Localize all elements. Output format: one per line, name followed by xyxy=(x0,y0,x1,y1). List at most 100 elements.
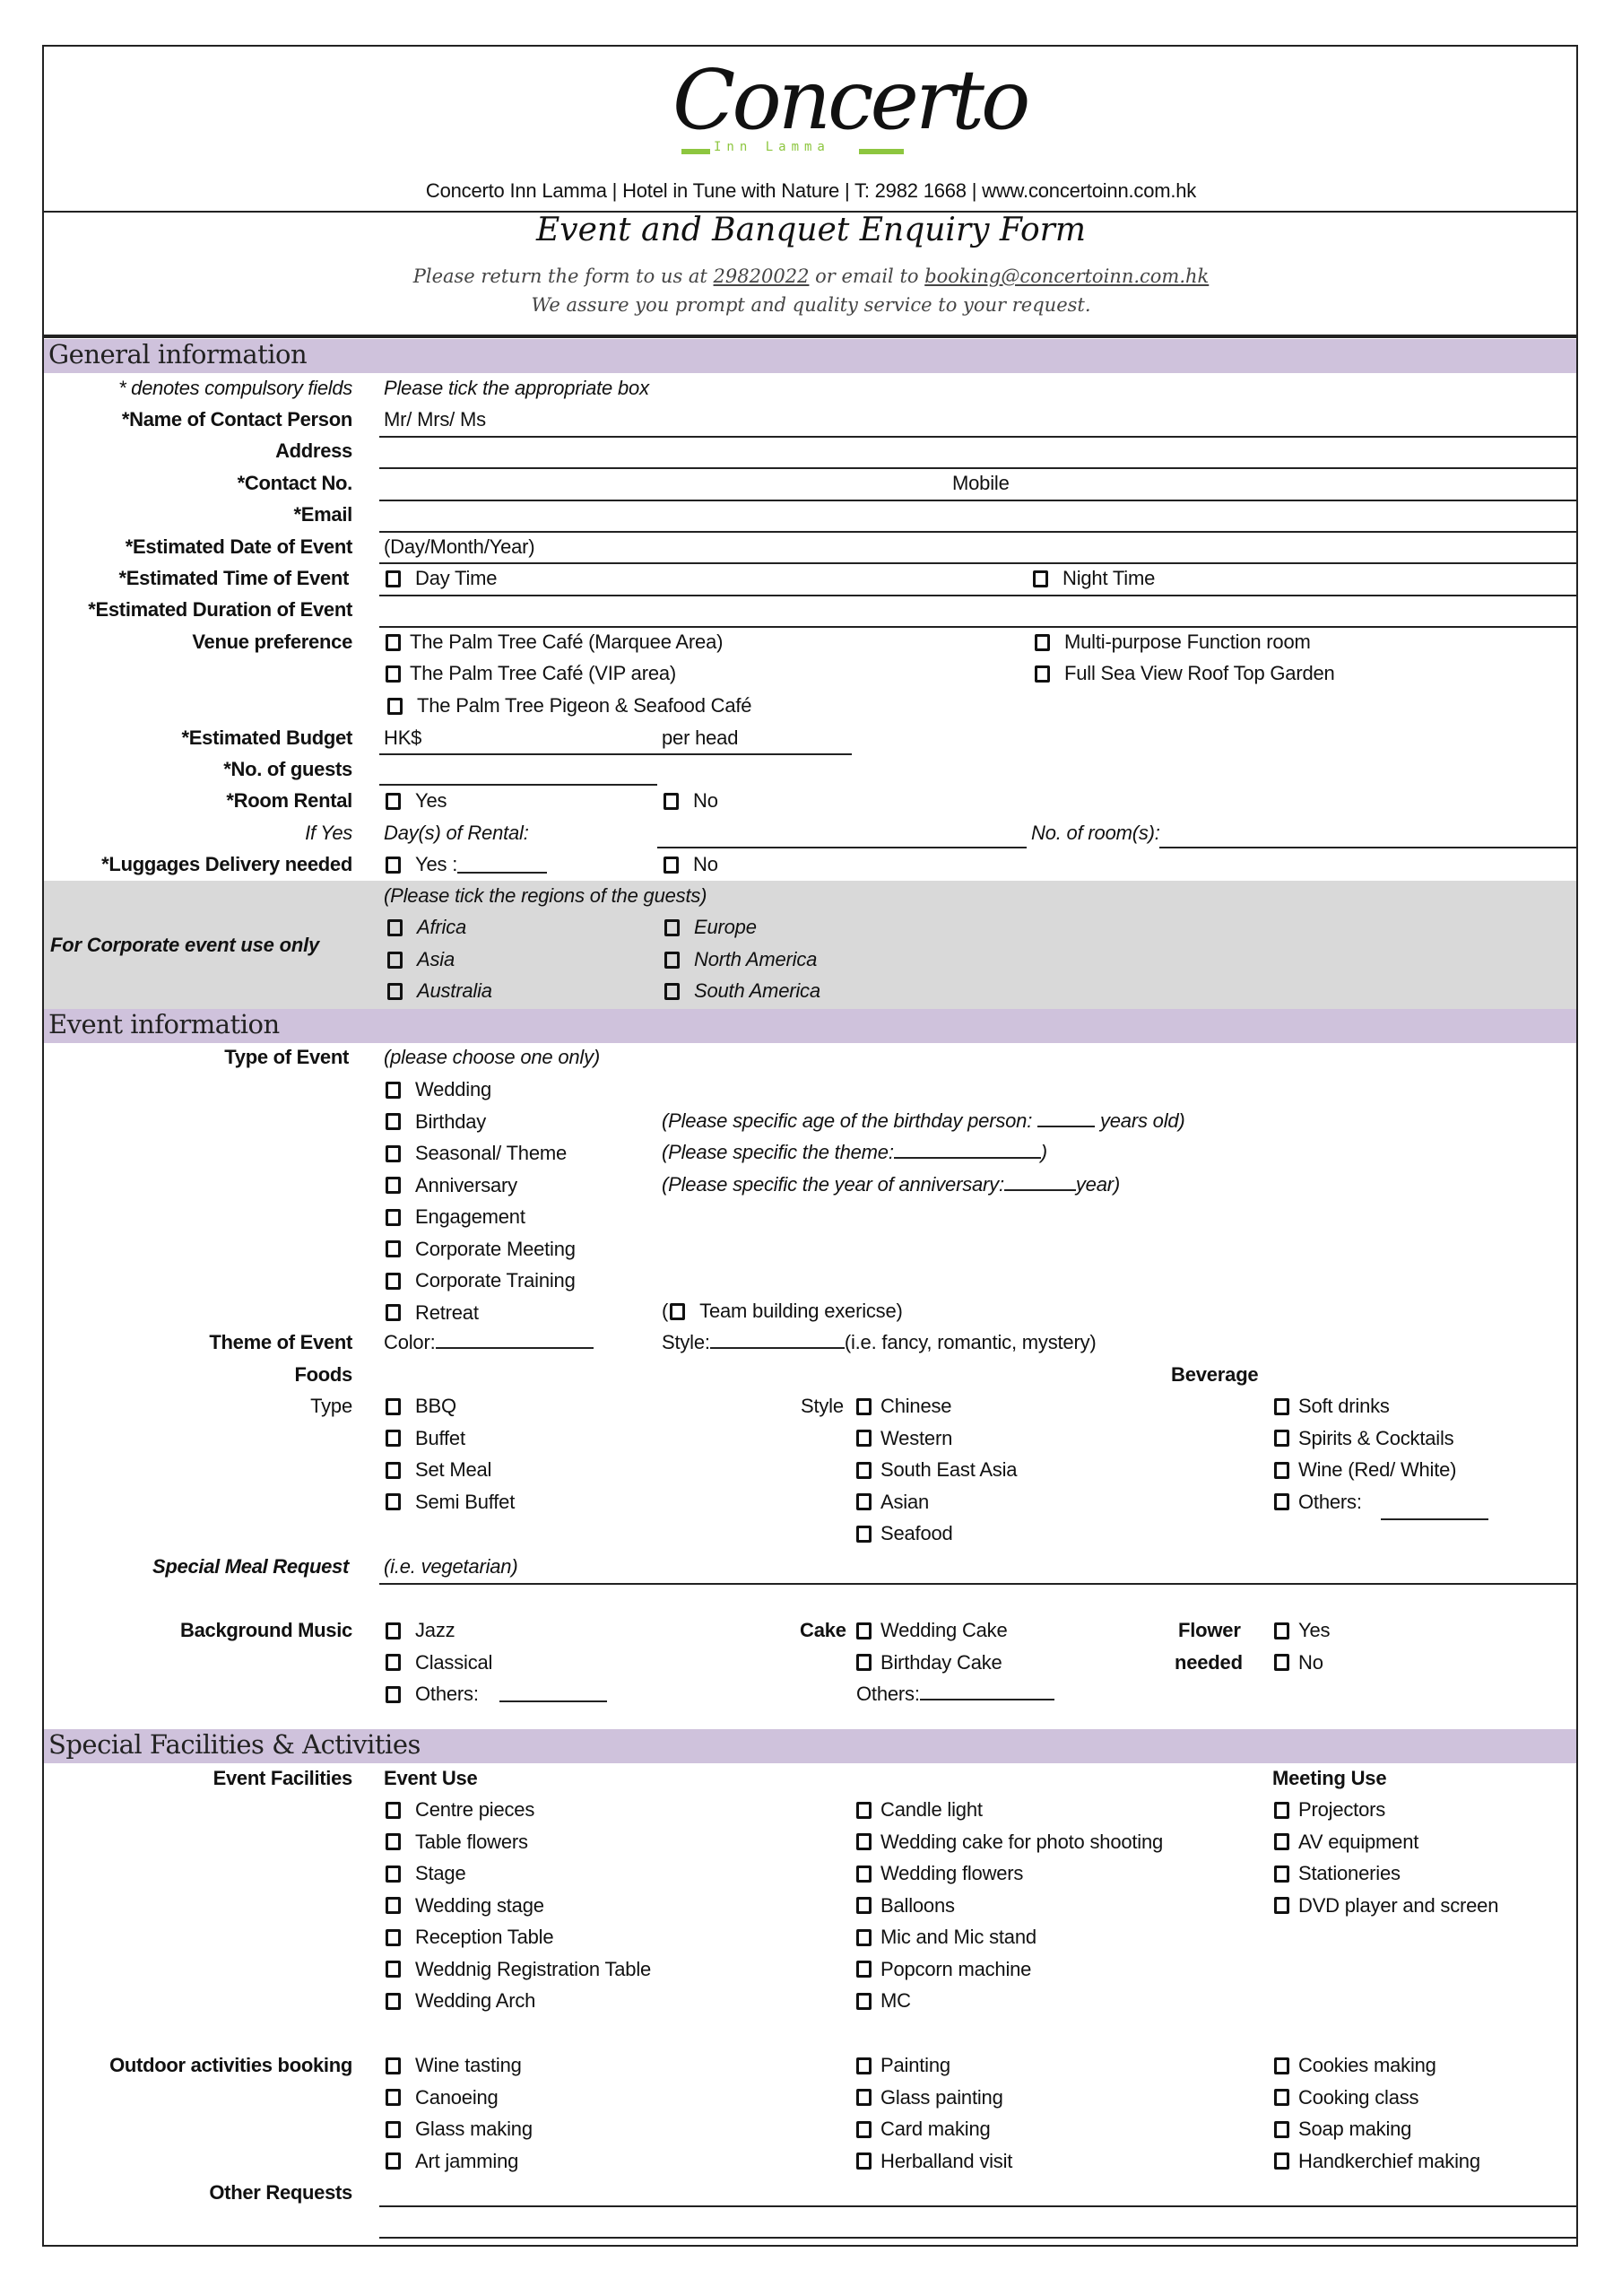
popcorn-machine-checkbox[interactable]: Popcorn machine xyxy=(856,1958,1031,1981)
asian-checkbox[interactable]: Asian xyxy=(856,1491,929,1514)
balloons-checkbox[interactable]: Balloons xyxy=(856,1894,955,1918)
painting-checkbox[interactable]: Painting xyxy=(856,2054,950,2077)
date-field[interactable] xyxy=(379,562,1576,564)
cookies-making-checkbox[interactable]: Cookies making xyxy=(1274,2054,1436,2077)
seasonal-theme-checkbox[interactable]: Seasonal/ Theme xyxy=(386,1142,567,1165)
email-field[interactable] xyxy=(379,531,1576,533)
other-requests-field-1[interactable] xyxy=(379,2205,1576,2207)
stage-checkbox[interactable]: Stage xyxy=(386,1862,466,1885)
contact-field[interactable] xyxy=(379,500,1576,501)
yes-checkbox[interactable]: Yes xyxy=(1274,1619,1330,1642)
glass-painting-checkbox[interactable]: Glass painting xyxy=(856,2086,1003,2109)
region-africa-checkbox[interactable]: Africa xyxy=(387,916,466,939)
south-east-asia-checkbox[interactable]: South East Asia xyxy=(856,1458,1018,1482)
wedding-cake-checkbox[interactable]: Wedding Cake xyxy=(856,1619,1008,1642)
birthday-cake-checkbox[interactable]: Birthday Cake xyxy=(856,1651,1002,1674)
days-rental-field[interactable] xyxy=(657,847,1027,848)
birthday-age-field[interactable] xyxy=(1037,1109,1096,1127)
soft-drinks-checkbox[interactable]: Soft drinks xyxy=(1274,1395,1390,1418)
team-building-checkbox[interactable]: (Team building exericse) xyxy=(662,1300,903,1323)
region-asia-checkbox[interactable]: Asia xyxy=(387,948,455,971)
soap-making-checkbox[interactable]: Soap making xyxy=(1274,2118,1411,2141)
others-checkbox[interactable]: Others: xyxy=(386,1683,479,1706)
beverage-others-field[interactable] xyxy=(1381,1502,1488,1520)
duration-field[interactable] xyxy=(379,626,1576,628)
style-field[interactable] xyxy=(709,1331,845,1349)
room-no-checkbox[interactable]: No xyxy=(664,789,718,813)
name-field[interactable] xyxy=(379,436,1576,438)
room-yes-checkbox[interactable]: Yes xyxy=(386,789,447,813)
event-section-title: Event information xyxy=(48,1009,280,1039)
other-requests-field-2[interactable] xyxy=(379,2237,1576,2239)
wedding-cake-for-photo-shooting-checkbox[interactable]: Wedding cake for photo shooting xyxy=(856,1831,1163,1854)
table-flowers-checkbox[interactable]: Table flowers xyxy=(386,1831,528,1854)
chinese-checkbox[interactable]: Chinese xyxy=(856,1395,952,1418)
region-australia-checkbox[interactable]: Australia xyxy=(387,979,492,1003)
spirits-cocktails-checkbox[interactable]: Spirits & Cocktails xyxy=(1274,1427,1454,1450)
luggage-yes-field[interactable] xyxy=(457,856,548,874)
budget-field[interactable] xyxy=(379,753,852,755)
bbq-checkbox[interactable]: BBQ xyxy=(386,1395,456,1418)
jazz-checkbox[interactable]: Jazz xyxy=(386,1619,455,1642)
semi-buffet-checkbox[interactable]: Semi Buffet xyxy=(386,1491,515,1514)
av-equipment-checkbox[interactable]: AV equipment xyxy=(1274,1831,1418,1854)
wedding-flowers-checkbox[interactable]: Wedding flowers xyxy=(856,1862,1023,1885)
address-field[interactable] xyxy=(379,467,1576,469)
classical-checkbox[interactable]: Classical xyxy=(386,1651,492,1674)
herballand-visit-checkbox[interactable]: Herballand visit xyxy=(856,2150,1012,2173)
special-meal-field[interactable] xyxy=(379,1583,1576,1585)
birthday-checkbox[interactable]: Birthday xyxy=(386,1110,486,1134)
venue-rooftop-checkbox[interactable]: Full Sea View Roof Top Garden xyxy=(1035,662,1335,685)
guests-field[interactable] xyxy=(379,784,657,786)
reception-table-checkbox[interactable]: Reception Table xyxy=(386,1926,554,1949)
retreat-checkbox[interactable]: Retreat xyxy=(386,1301,479,1325)
mc-checkbox[interactable]: MC xyxy=(856,1989,911,2013)
art-jamming-checkbox[interactable]: Art jamming xyxy=(386,2150,518,2173)
dvd-player-and-screen-checkbox[interactable]: DVD player and screen xyxy=(1274,1894,1498,1918)
wedding-stage-checkbox[interactable]: Wedding stage xyxy=(386,1894,544,1918)
others-checkbox[interactable]: Others: xyxy=(1274,1491,1362,1514)
western-checkbox[interactable]: Western xyxy=(856,1427,952,1450)
night-time-checkbox[interactable]: Night Time xyxy=(1033,567,1155,590)
luggage-no-checkbox[interactable]: No xyxy=(664,853,718,876)
theme-field[interactable] xyxy=(893,1141,1041,1159)
stationeries-checkbox[interactable]: Stationeries xyxy=(1274,1862,1401,1885)
color-field[interactable] xyxy=(435,1331,594,1349)
glass-making-checkbox[interactable]: Glass making xyxy=(386,2118,533,2141)
mic-and-mic-stand-checkbox[interactable]: Mic and Mic stand xyxy=(856,1926,1037,1949)
rooms-count-field[interactable] xyxy=(1159,847,1576,848)
region-north-america-checkbox[interactable]: North America xyxy=(664,948,817,971)
venue-multipurpose-checkbox[interactable]: Multi-purpose Function room xyxy=(1035,631,1311,654)
set-meal-checkbox[interactable]: Set Meal xyxy=(386,1458,491,1482)
centre-pieces-checkbox[interactable]: Centre pieces xyxy=(386,1798,534,1822)
cooking-class-checkbox[interactable]: Cooking class xyxy=(1274,2086,1419,2109)
region-south-america-checkbox[interactable]: South America xyxy=(664,979,820,1003)
projectors-checkbox[interactable]: Projectors xyxy=(1274,1798,1385,1822)
buffet-checkbox[interactable]: Buffet xyxy=(386,1427,465,1450)
candle-light-checkbox[interactable]: Candle light xyxy=(856,1798,983,1822)
anniversary-checkbox[interactable]: Anniversary xyxy=(386,1174,517,1197)
seafood-checkbox[interactable]: Seafood xyxy=(856,1522,953,1545)
weddnig-registration-table-checkbox[interactable]: Weddnig Registration Table xyxy=(386,1958,651,1981)
venue-marquee-checkbox[interactable]: The Palm Tree Café (Marquee Area) xyxy=(386,631,723,654)
wedding-checkbox[interactable]: Wedding xyxy=(386,1078,491,1101)
venue-vip-checkbox[interactable]: The Palm Tree Café (VIP area) xyxy=(386,662,676,685)
wine-red-white-checkbox[interactable]: Wine (Red/ White) xyxy=(1274,1458,1457,1482)
luggage-yes-checkbox[interactable]: Yes : xyxy=(386,853,548,876)
no-checkbox[interactable]: No xyxy=(1274,1651,1323,1674)
card-making-checkbox[interactable]: Card making xyxy=(856,2118,991,2141)
corporate-meeting-checkbox[interactable]: Corporate Meeting xyxy=(386,1238,576,1261)
wedding-arch-checkbox[interactable]: Wedding Arch xyxy=(386,1989,535,2013)
wine-tasting-checkbox[interactable]: Wine tasting xyxy=(386,2054,522,2077)
anniversary-year-field[interactable] xyxy=(1003,1173,1076,1191)
handkerchief-making-checkbox[interactable]: Handkerchief making xyxy=(1274,2150,1480,2173)
canoeing-checkbox[interactable]: Canoeing xyxy=(386,2086,499,2109)
corporate-training-checkbox[interactable]: Corporate Training xyxy=(386,1269,576,1292)
music-others-field[interactable] xyxy=(499,1684,607,1702)
day-time-checkbox[interactable]: Day Time xyxy=(386,567,498,590)
engagement-checkbox[interactable]: Engagement xyxy=(386,1205,525,1229)
region-europe-checkbox[interactable]: Europe xyxy=(664,916,757,939)
cake-others-field[interactable] xyxy=(919,1683,1054,1700)
email-link[interactable]: booking@concertoinn.com.hk xyxy=(924,265,1209,287)
venue-pigeon-checkbox[interactable]: The Palm Tree Pigeon & Seafood Café xyxy=(387,694,752,718)
